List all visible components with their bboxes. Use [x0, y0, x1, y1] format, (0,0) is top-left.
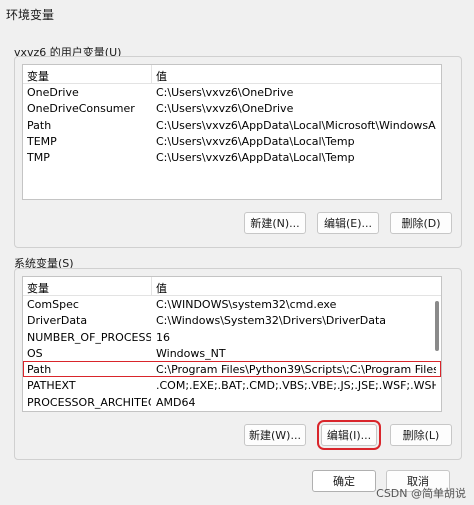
system-edit-button[interactable]: 编辑(I)... — [317, 420, 381, 450]
var-name: PROCESSOR_ARCHITECT... — [27, 395, 151, 409]
table-row[interactable]: NUMBER_OF_PROCESSORS 16 — [23, 329, 441, 345]
table-row[interactable]: TMP C:\Users\vxvz6\AppData\Local\Temp — [23, 149, 441, 165]
var-value: C:\Users\vxvz6\AppData\Local\Temp — [156, 151, 355, 165]
var-value: AMD64 — [156, 395, 196, 409]
var-name: OneDriveConsumer — [27, 102, 135, 116]
var-value: .COM;.EXE;.BAT;.CMD;.VBS;.VBE;.JS;.JSE;.… — [156, 379, 436, 393]
var-value: C:\Program Files\Python39\Scripts\;C:\Pr… — [156, 363, 436, 377]
table-row-path-selected[interactable]: Path C:\Program Files\Python39\Scripts\;… — [23, 361, 441, 378]
scrollbar-thumb[interactable] — [435, 301, 439, 351]
var-name: ComSpec — [27, 298, 79, 311]
column-separator[interactable] — [151, 65, 152, 83]
var-name: DriverData — [27, 314, 88, 328]
table-row[interactable]: OS Windows_NT — [23, 345, 441, 361]
table-row[interactable]: OneDriveConsumer C:\Users\vxvz6\OneDrive — [23, 100, 441, 116]
table-row[interactable]: ComSpec C:\WINDOWS\system32\cmd.exe — [23, 296, 441, 312]
window-title: 环境变量 — [6, 8, 55, 22]
user-vars-header: 变量 值 — [23, 65, 441, 84]
var-value: 16 — [156, 330, 170, 344]
var-value: C:\Users\vxvz6\AppData\Local\Temp — [156, 134, 355, 148]
var-name: PATHEXT — [27, 379, 76, 393]
watermark: CSDN @简单胡说 — [376, 487, 466, 500]
user-vars-list[interactable]: 变量 值 OneDrive C:\Users\vxvz6\OneDrive On… — [22, 64, 442, 200]
column-separator[interactable] — [151, 277, 152, 295]
var-name: OS — [27, 346, 43, 360]
header-value[interactable]: 值 — [156, 68, 167, 84]
table-row[interactable]: OneDrive C:\Users\vxvz6\OneDrive — [23, 84, 441, 100]
var-value: C:\Users\vxvz6\OneDrive — [156, 86, 294, 99]
var-value: C:\Users\vxvz6\OneDrive — [156, 102, 294, 116]
title-bar: 环境变量 — [0, 0, 474, 28]
table-row[interactable]: Path C:\Users\vxvz6\AppData\Local\Micros… — [23, 117, 441, 133]
user-edit-button[interactable]: 编辑(E)... — [317, 212, 379, 234]
system-new-button[interactable]: 新建(W)... — [244, 424, 306, 446]
header-value[interactable]: 值 — [156, 280, 167, 296]
var-value: C:\WINDOWS\system32\cmd.exe — [156, 298, 337, 311]
var-name: NUMBER_OF_PROCESSORS — [27, 330, 151, 344]
table-row[interactable]: TEMP C:\Users\vxvz6\AppData\Local\Temp — [23, 133, 441, 149]
header-name[interactable]: 变量 — [27, 68, 49, 84]
var-name: TMP — [27, 151, 50, 165]
table-row[interactable]: PROCESSOR_ARCHITECT... AMD64 — [23, 394, 441, 410]
var-name: OneDrive — [27, 86, 79, 99]
table-row[interactable]: DriverData C:\Windows\System32\Drivers\D… — [23, 312, 441, 328]
user-delete-button[interactable]: 删除(D) — [390, 212, 452, 234]
table-row[interactable]: PATHEXT .COM;.EXE;.BAT;.CMD;.VBS;.VBE;.J… — [23, 377, 441, 393]
var-value: Windows_NT — [156, 346, 226, 360]
ok-button[interactable]: 确定 — [312, 470, 376, 492]
var-name: TEMP — [27, 134, 57, 148]
header-name[interactable]: 变量 — [27, 280, 49, 296]
var-name: Path — [27, 363, 52, 377]
system-vars-list[interactable]: 变量 值 ComSpec C:\WINDOWS\system32\cmd.exe… — [22, 276, 442, 412]
var-value: C:\Windows\System32\Drivers\DriverData — [156, 314, 387, 328]
var-value: C:\Users\vxvz6\AppData\Local\Microsoft\W… — [156, 118, 436, 132]
system-vars-header: 变量 值 — [23, 277, 441, 296]
var-name: Path — [27, 118, 52, 132]
user-new-button[interactable]: 新建(N)... — [244, 212, 306, 234]
system-delete-button[interactable]: 删除(L) — [390, 424, 452, 446]
